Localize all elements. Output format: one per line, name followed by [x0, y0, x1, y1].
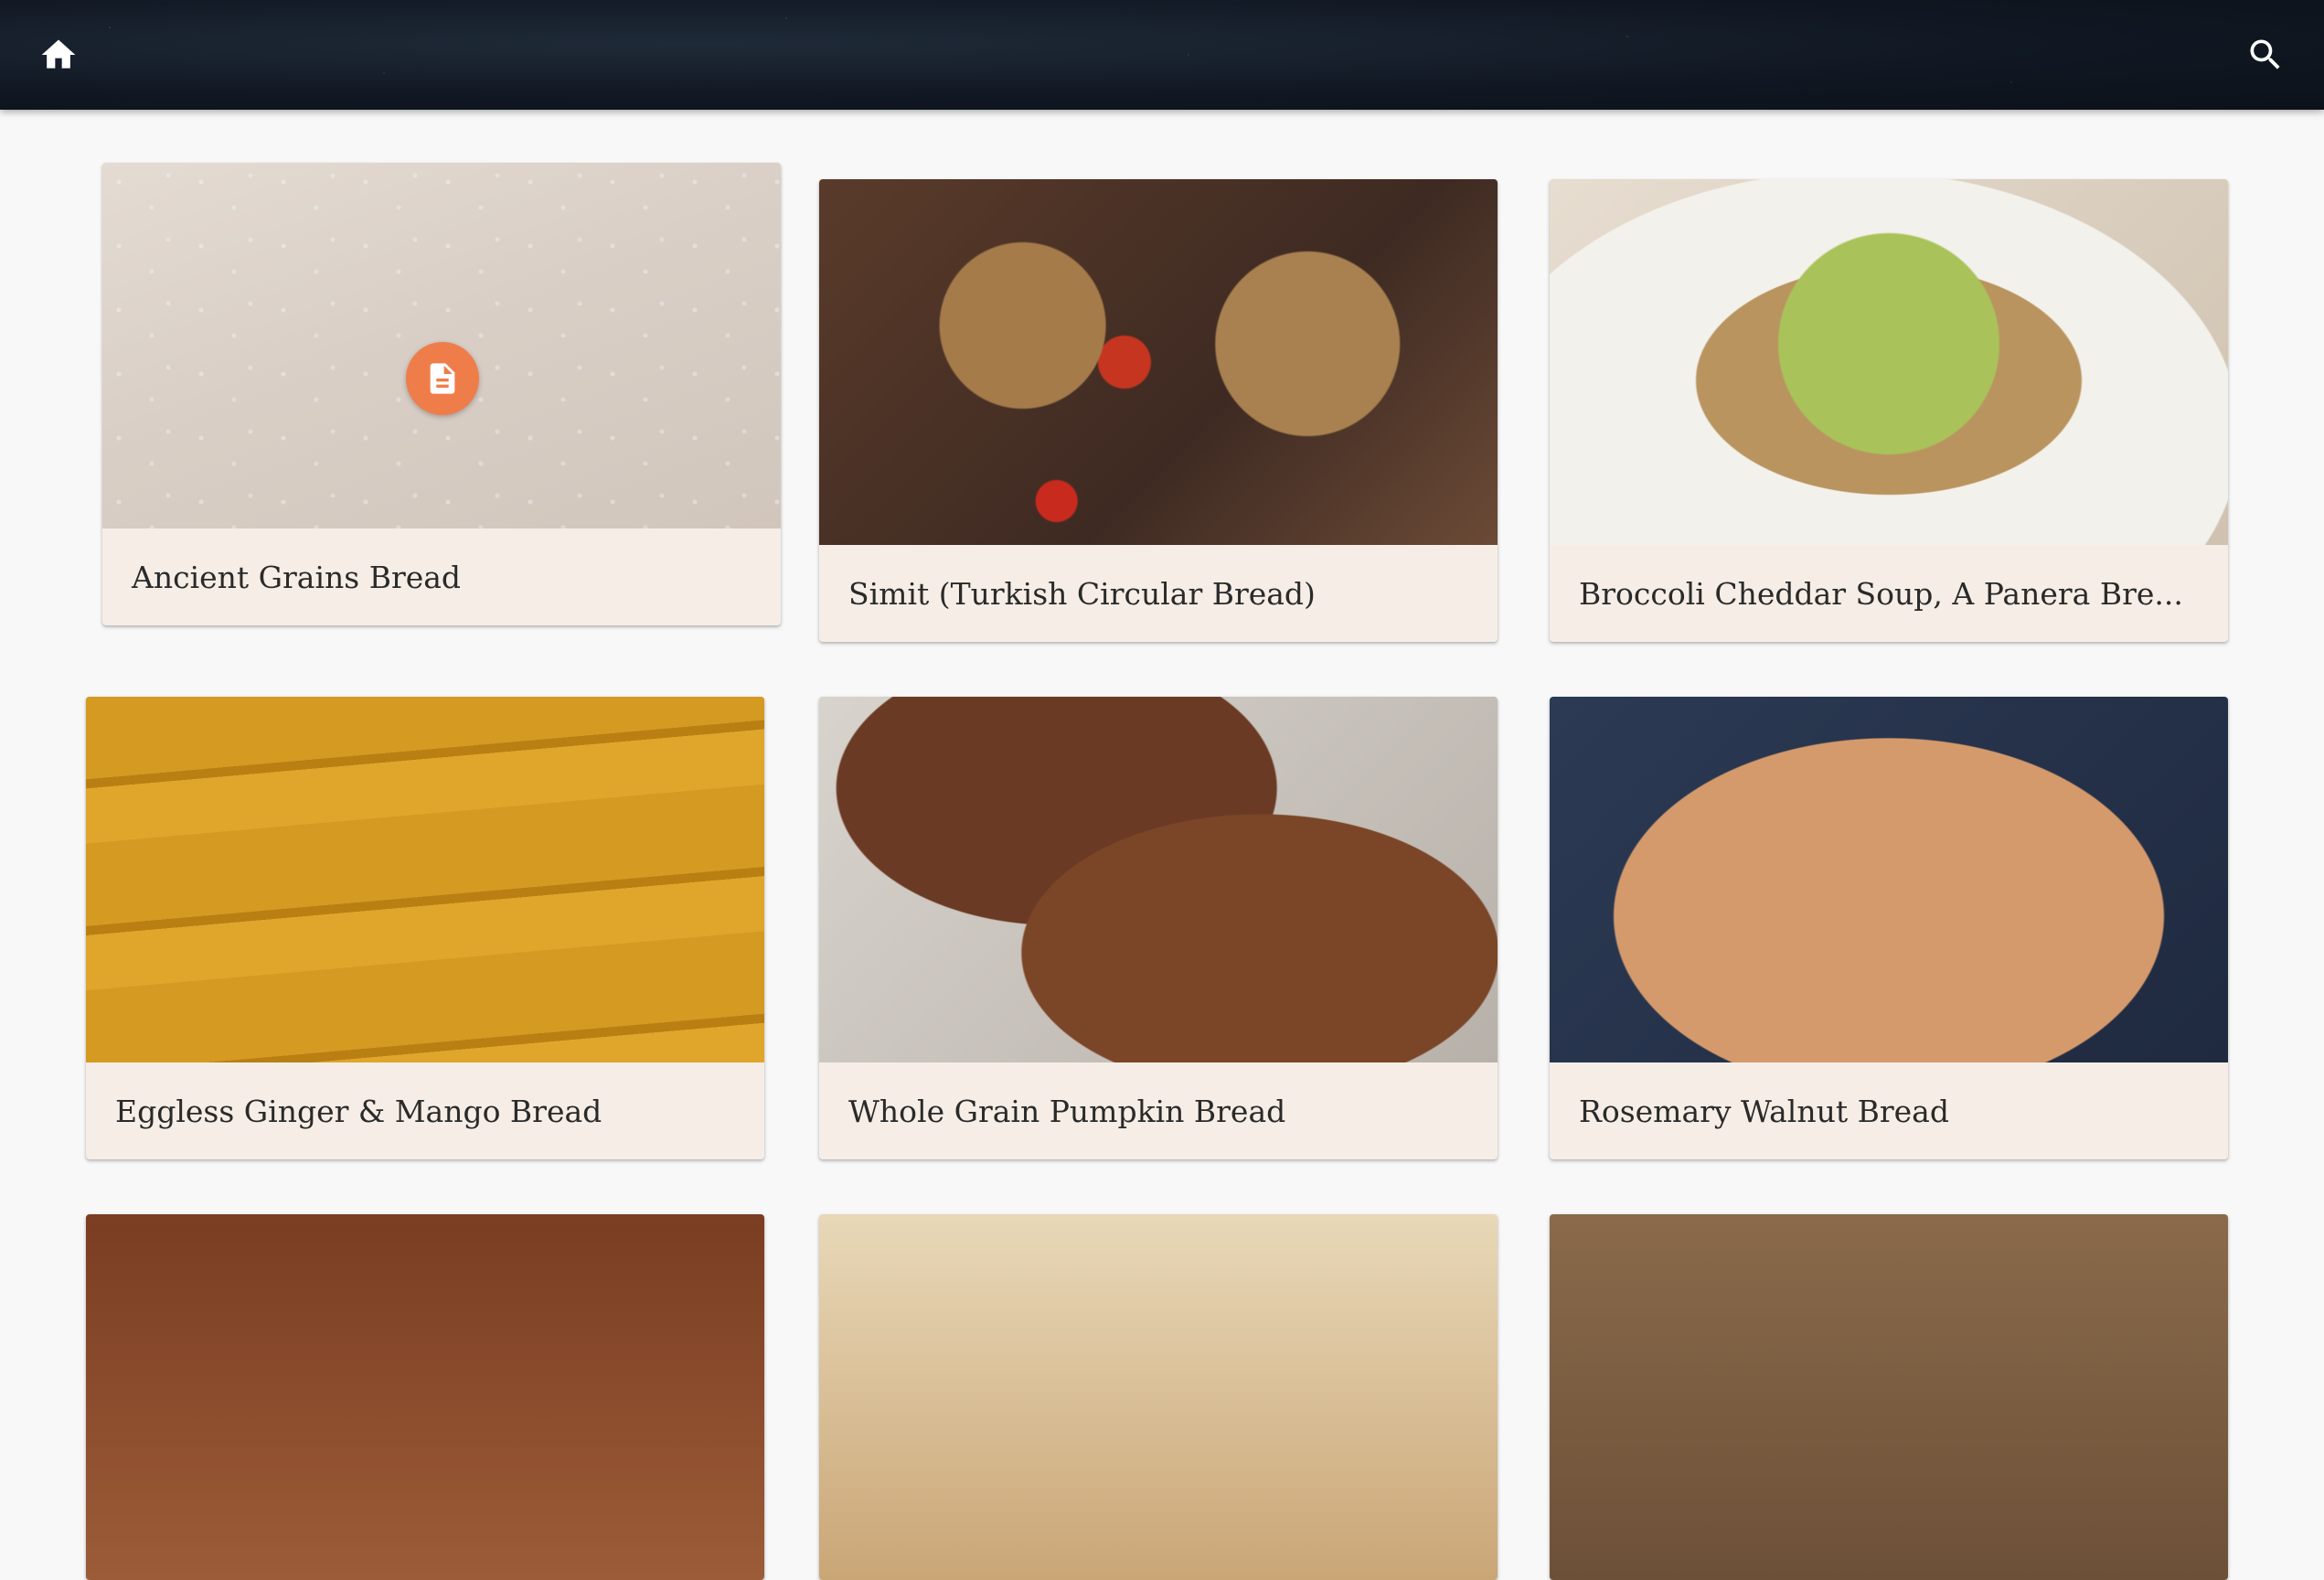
- recipe-title: Whole Grain Pumpkin Bread: [848, 1093, 1286, 1129]
- recipe-card[interactable]: Ancient Grains Bread: [102, 163, 781, 625]
- recipe-card[interactable]: Whole Grain Pumpkin Bread: [819, 697, 1498, 1159]
- recipe-image: [102, 163, 781, 528]
- home-icon: [41, 39, 76, 69]
- recipe-image: [1550, 697, 2228, 1062]
- recipe-image: [819, 697, 1498, 1062]
- recipe-title: Rosemary Walnut Bread: [1579, 1093, 1949, 1129]
- recipe-card[interactable]: Broccoli Cheddar Soup, A Panera Bre...: [1550, 179, 2228, 642]
- recipe-card[interactable]: [1550, 1214, 2228, 1580]
- recipe-image: [1550, 1214, 2228, 1580]
- recipe-card[interactable]: [86, 1214, 764, 1580]
- recipe-title: Broccoli Cheddar Soup, A Panera Bre...: [1579, 575, 2183, 612]
- recipe-card[interactable]: [819, 1214, 1498, 1580]
- recipe-title: Ancient Grains Bread: [132, 559, 462, 595]
- recipe-note-button[interactable]: [406, 342, 479, 415]
- recipe-image: [819, 179, 1498, 545]
- recipe-card[interactable]: Eggless Ginger & Mango Bread: [86, 697, 764, 1159]
- search-icon: [2250, 39, 2280, 69]
- recipe-title: Eggless Ginger & Mango Bread: [115, 1093, 602, 1129]
- search-button[interactable]: [2233, 22, 2298, 88]
- app-bar: [0, 0, 2324, 110]
- recipe-card[interactable]: Simit (Turkish Circular Bread): [819, 179, 1498, 642]
- recipe-image: [86, 697, 764, 1062]
- recipe-image: [819, 1214, 1498, 1580]
- home-button[interactable]: [26, 22, 91, 88]
- recipe-title: Simit (Turkish Circular Bread): [848, 575, 1316, 612]
- recipe-card[interactable]: Rosemary Walnut Bread: [1550, 697, 2228, 1159]
- recipe-image: [1550, 179, 2228, 545]
- recipe-image: [86, 1214, 764, 1580]
- document-icon: [430, 363, 455, 394]
